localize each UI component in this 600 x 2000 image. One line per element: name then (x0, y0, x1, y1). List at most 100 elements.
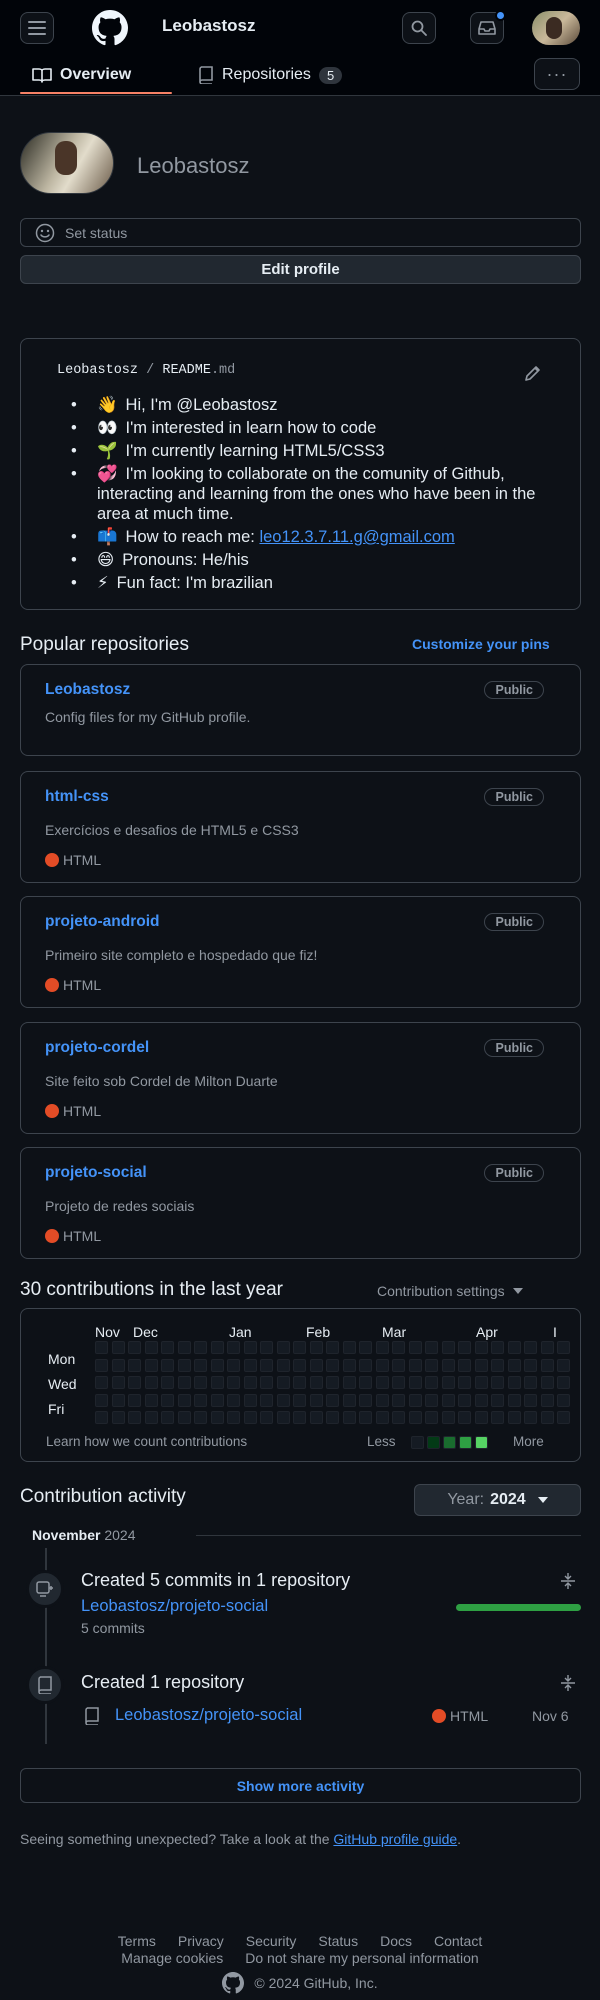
contribution-cell[interactable] (359, 1358, 372, 1372)
contribution-cell[interactable] (425, 1393, 438, 1407)
contribution-cell[interactable] (210, 1341, 224, 1354)
github-logo-icon[interactable] (222, 1972, 245, 1994)
contribution-cell[interactable] (458, 1341, 471, 1354)
contribution-cell[interactable] (507, 1341, 521, 1354)
contribution-cell[interactable] (309, 1376, 323, 1389)
contribution-cell[interactable] (441, 1376, 455, 1389)
contribution-cell[interactable] (342, 1358, 356, 1372)
contribution-cell[interactable] (326, 1358, 339, 1372)
footer-link-status[interactable]: Status (318, 1933, 358, 1949)
contribution-cell[interactable] (95, 1411, 108, 1424)
contribution-cell[interactable] (95, 1376, 108, 1389)
contribution-cell[interactable] (359, 1393, 372, 1407)
contribution-cell[interactable] (326, 1376, 339, 1389)
contribution-cell[interactable] (326, 1393, 339, 1407)
contribution-cell[interactable] (194, 1358, 207, 1372)
contribution-cell[interactable] (194, 1341, 207, 1354)
contribution-cell[interactable] (392, 1411, 405, 1424)
contribution-cell[interactable] (474, 1393, 488, 1407)
contribution-cell[interactable] (111, 1411, 125, 1424)
contribution-cell[interactable] (111, 1393, 125, 1407)
footer-link-docs[interactable]: Docs (380, 1933, 412, 1949)
contribution-cell[interactable] (177, 1411, 191, 1424)
contribution-cell[interactable] (95, 1393, 108, 1407)
contribution-cell[interactable] (293, 1341, 306, 1354)
github-logo-icon[interactable] (92, 10, 128, 46)
contribution-cell[interactable] (326, 1341, 339, 1354)
contribution-cell[interactable] (359, 1411, 372, 1424)
contribution-cell[interactable] (276, 1411, 290, 1424)
learn-contributions-link[interactable]: Learn how we count contributions (46, 1434, 247, 1449)
contribution-cell[interactable] (474, 1341, 488, 1354)
contribution-cell[interactable] (276, 1376, 290, 1389)
footer-link-terms[interactable]: Terms (118, 1933, 156, 1949)
contribution-cell[interactable] (227, 1341, 240, 1354)
contribution-cell[interactable] (243, 1358, 257, 1372)
menu-button[interactable] (20, 12, 54, 44)
contribution-cell[interactable] (260, 1393, 273, 1407)
tab-repositories[interactable]: Repositories 5 (198, 62, 343, 88)
contribution-cell[interactable] (507, 1358, 521, 1372)
contribution-cell[interactable] (309, 1411, 323, 1424)
contribution-cell[interactable] (491, 1376, 504, 1389)
contribution-cell[interactable] (425, 1411, 438, 1424)
contribution-cell[interactable] (524, 1393, 537, 1407)
contribution-cell[interactable] (144, 1411, 158, 1424)
contribution-cell[interactable] (540, 1393, 554, 1407)
contribution-cell[interactable] (507, 1411, 521, 1424)
contribution-cell[interactable] (557, 1341, 570, 1354)
more-tabs-button[interactable]: ··· (534, 58, 580, 90)
contribution-cell[interactable] (161, 1358, 174, 1372)
contribution-cell[interactable] (524, 1358, 537, 1372)
contribution-cell[interactable] (524, 1411, 537, 1424)
contribution-cell[interactable] (441, 1411, 455, 1424)
contribution-cell[interactable] (425, 1376, 438, 1389)
contribution-cell[interactable] (557, 1358, 570, 1372)
contribution-cell[interactable] (260, 1411, 273, 1424)
contribution-cell[interactable] (276, 1393, 290, 1407)
contribution-cell[interactable] (524, 1341, 537, 1354)
contribution-cell[interactable] (540, 1376, 554, 1389)
contribution-cell[interactable] (375, 1411, 389, 1424)
contribution-cell[interactable] (342, 1411, 356, 1424)
contribution-cell[interactable] (128, 1393, 141, 1407)
contribution-cell[interactable] (425, 1341, 438, 1354)
year-select-button[interactable]: Year: 2024 (414, 1484, 581, 1516)
contribution-cell[interactable] (425, 1358, 438, 1372)
contribution-cell[interactable] (392, 1358, 405, 1372)
event-repo-link[interactable]: Leobastosz/projeto-social (81, 1597, 268, 1616)
contribution-cell[interactable] (491, 1411, 504, 1424)
contribution-cell[interactable] (458, 1411, 471, 1424)
contribution-cell[interactable] (144, 1393, 158, 1407)
contribution-cell[interactable] (491, 1358, 504, 1372)
contribution-settings-dropdown[interactable]: Contribution settings (377, 1283, 523, 1299)
event-repo-link[interactable]: Leobastosz/projeto-social (115, 1706, 302, 1725)
header-username[interactable]: Leobastosz (162, 16, 256, 36)
repo-name[interactable]: Leobastosz (45, 681, 130, 699)
contribution-cell[interactable] (408, 1411, 422, 1424)
contribution-cell[interactable] (441, 1393, 455, 1407)
footer-link-do-not-share[interactable]: Do not share my personal information (245, 1950, 478, 1966)
contribution-cell[interactable] (243, 1411, 257, 1424)
contribution-cell[interactable] (392, 1393, 405, 1407)
pencil-icon[interactable] (523, 363, 543, 383)
contribution-cell[interactable] (227, 1411, 240, 1424)
contribution-cell[interactable] (161, 1411, 174, 1424)
contribution-cell[interactable] (507, 1376, 521, 1389)
footer-link-contact[interactable]: Contact (434, 1933, 482, 1949)
contribution-cell[interactable] (177, 1376, 191, 1389)
contribution-cell[interactable] (441, 1341, 455, 1354)
contribution-cell[interactable] (507, 1393, 521, 1407)
footer-link-privacy[interactable]: Privacy (178, 1933, 224, 1949)
contribution-cell[interactable] (111, 1341, 125, 1354)
contribution-cell[interactable] (194, 1411, 207, 1424)
edit-profile-button[interactable]: Edit profile (20, 255, 581, 284)
footer-link-manage-cookies[interactable]: Manage cookies (121, 1950, 223, 1966)
contribution-cell[interactable] (392, 1341, 405, 1354)
contribution-cell[interactable] (227, 1376, 240, 1389)
contribution-cell[interactable] (557, 1376, 570, 1389)
contribution-cell[interactable] (408, 1393, 422, 1407)
contribution-cell[interactable] (210, 1358, 224, 1372)
contribution-cell[interactable] (491, 1393, 504, 1407)
set-status-button[interactable]: Set status (20, 218, 581, 247)
